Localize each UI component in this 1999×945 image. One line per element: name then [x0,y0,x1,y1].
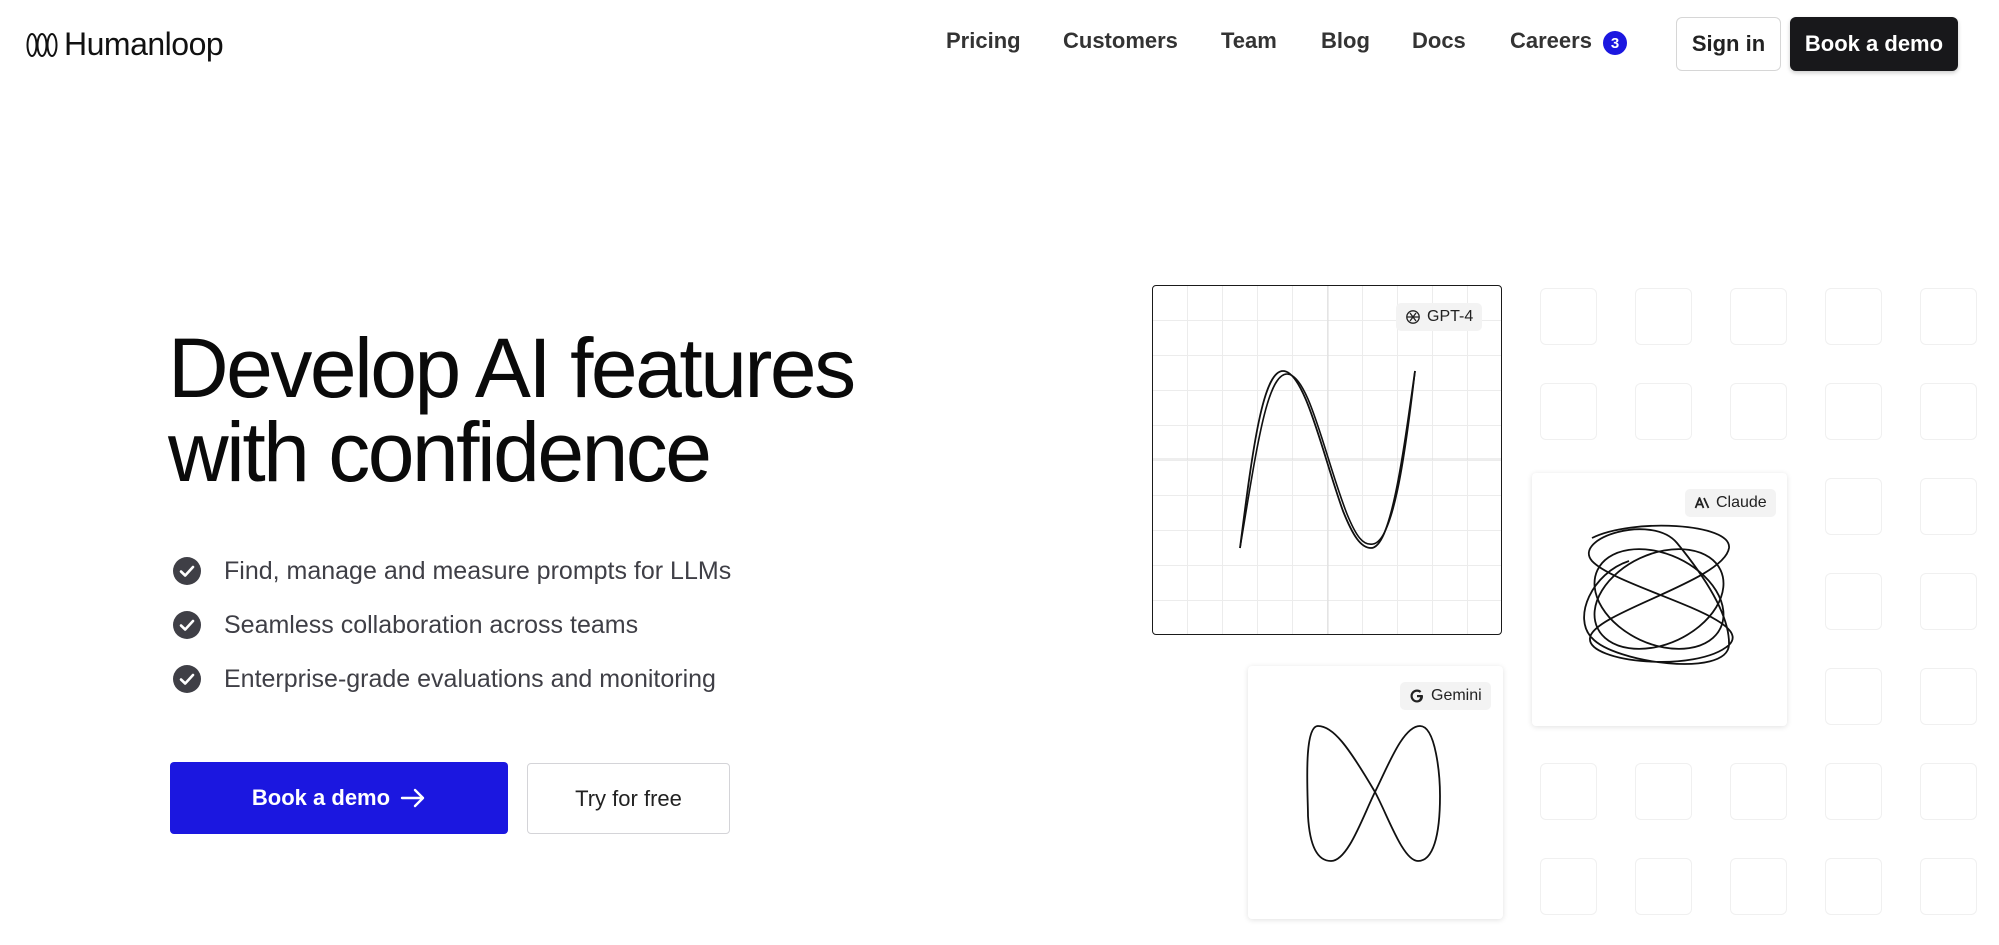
check-circle-icon [173,665,201,693]
nav-docs[interactable]: Docs [1412,28,1466,54]
background-tile [1730,858,1787,915]
feature-text: Find, manage and measure prompts for LLM… [224,556,732,585]
gemini-tag: Gemini [1400,682,1491,710]
feature-text: Enterprise-grade evaluations and monitor… [224,664,716,693]
gpt4-curve [1153,286,1501,634]
hero-title-line-2: with confidence [168,405,712,499]
brand-logo[interactable]: Humanloop [26,26,224,63]
background-tile [1635,288,1692,345]
nav-pricing[interactable]: Pricing [946,28,1021,54]
background-tile [1825,763,1882,820]
background-tile [1920,383,1977,440]
background-tile [1540,288,1597,345]
openai-icon [1406,310,1420,324]
feature-list: Find, manage and measure prompts for LLM… [172,556,731,718]
gpt4-label: GPT-4 [1427,308,1474,325]
humanloop-logo-icon [26,32,58,57]
background-tile [1920,478,1977,535]
feature-item: Seamless collaboration across teams [172,610,731,640]
arrow-right-icon [400,788,425,808]
claude-tag: Claude [1685,489,1776,517]
header-book-demo-button[interactable]: Book a demo [1790,17,1958,71]
background-tile [1540,383,1597,440]
background-tile [1825,478,1882,535]
book-demo-button[interactable]: Book a demo [170,762,508,834]
anthropic-icon [1694,497,1710,509]
nav-blog[interactable]: Blog [1321,28,1370,54]
claude-label: Claude [1716,494,1767,511]
google-icon [1410,689,1423,703]
background-tile [1540,763,1597,820]
gemini-card: Gemini [1248,666,1503,919]
sign-in-button[interactable]: Sign in [1676,17,1781,71]
nav-team[interactable]: Team [1221,28,1277,54]
feature-text: Seamless collaboration across teams [224,610,639,639]
background-tile [1730,763,1787,820]
background-tile [1920,668,1977,725]
background-tile [1540,858,1597,915]
try-free-button[interactable]: Try for free [527,763,730,834]
background-tile [1825,288,1882,345]
nav-careers[interactable]: Careers [1510,28,1592,54]
background-tile [1825,668,1882,725]
feature-item: Find, manage and measure prompts for LLM… [172,556,731,586]
book-demo-label: Book a demo [251,785,391,810]
brand-name: Humanloop [64,26,224,62]
nav-customers[interactable]: Customers [1063,28,1178,54]
background-tile [1635,858,1692,915]
background-tile [1920,288,1977,345]
gpt4-card: GPT-4 [1152,285,1502,635]
background-tile [1825,858,1882,915]
background-tile [1635,763,1692,820]
background-tile [1635,383,1692,440]
background-tile [1920,763,1977,820]
careers-count-badge: 3 [1603,31,1627,55]
hero-title-line-1: Develop AI features [168,321,856,415]
background-tile [1920,858,1977,915]
hero-title: Develop AI features with confidence [168,326,856,494]
check-circle-icon [173,557,201,585]
gpt4-tag: GPT-4 [1396,303,1483,331]
background-tile [1920,573,1977,630]
claude-card: Claude [1532,473,1787,726]
check-circle-icon [173,611,201,639]
background-tile [1730,383,1787,440]
background-tile [1730,288,1787,345]
background-tile [1825,383,1882,440]
gemini-label: Gemini [1431,687,1482,704]
background-tile [1825,573,1882,630]
feature-item: Enterprise-grade evaluations and monitor… [172,664,731,694]
